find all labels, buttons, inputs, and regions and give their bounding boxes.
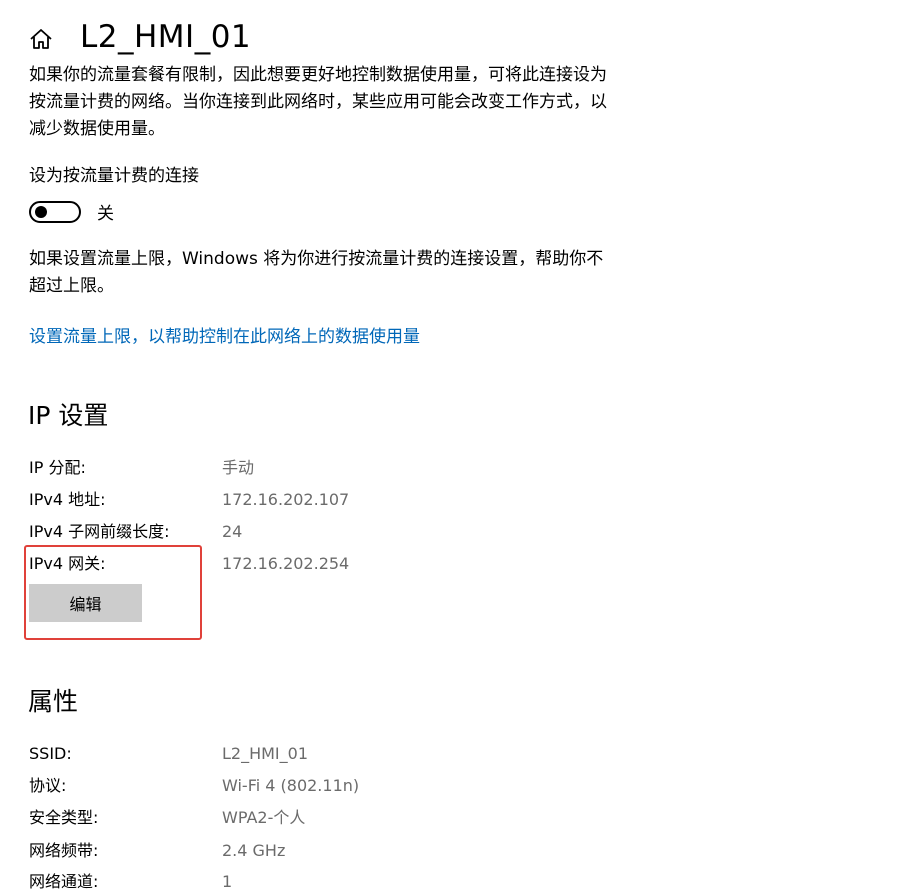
ipv4-prefix-length-value: 24 — [222, 522, 243, 541]
ipv4-gateway-value: 172.16.202.254 — [222, 554, 350, 573]
ipv4-gateway-row: IPv4 网关: 172.16.202.254 — [29, 551, 629, 577]
security-type-value: WPA2-个人 — [222, 808, 306, 827]
security-type-row: 安全类型: WPA2-个人 — [29, 805, 629, 831]
toggle-state-label: 关 — [97, 204, 114, 224]
network-band-row: 网络频带: 2.4 GHz — [29, 838, 629, 864]
ipv4-address-row: IPv4 地址: 172.16.202.107 — [29, 487, 629, 513]
metered-description: 如果你的流量套餐有限制，因此想要更好地控制数据使用量，可将此连接设为按流量计费的… — [29, 65, 607, 139]
ipv4-prefix-length-row: IPv4 子网前缀长度: 24 — [29, 519, 629, 545]
ssid-row: SSID: L2_HMI_01 — [29, 741, 629, 767]
metered-connection-label: 设为按流量计费的连接 — [29, 166, 199, 186]
ip-settings-heading: IP 设置 — [28, 401, 109, 430]
ipv4-address-label: IPv4 地址: — [29, 490, 106, 509]
metered-connection-toggle[interactable] — [29, 200, 81, 223]
protocol-label: 协议: — [29, 776, 67, 795]
network-channel-row: 网络通道: 1 — [29, 869, 629, 891]
page-header: L2_HMI_01 — [28, 14, 251, 60]
ssid-label: SSID: — [29, 744, 72, 763]
ipv4-gateway-label: IPv4 网关: — [29, 554, 106, 573]
data-limit-description: 如果设置流量上限，Windows 将为你进行按流量计费的连接设置，帮助你不超过上… — [29, 249, 604, 296]
network-channel-label: 网络通道: — [29, 872, 99, 891]
page-title: L2_HMI_01 — [80, 19, 252, 55]
network-band-label: 网络频带: — [29, 841, 99, 860]
set-data-limit-link[interactable]: 设置流量上限，以帮助控制在此网络上的数据使用量 — [29, 324, 420, 350]
ip-assignment-label: IP 分配: — [29, 458, 86, 477]
ipv4-prefix-length-label: IPv4 子网前缀长度: — [29, 522, 170, 541]
metered-toggle-group: 关 — [29, 199, 114, 224]
network-channel-value: 1 — [222, 872, 233, 891]
toggle-knob — [35, 205, 47, 218]
protocol-row: 协议: Wi-Fi 4 (802.11n) — [29, 773, 629, 799]
properties-heading: 属性 — [28, 687, 79, 716]
ipv4-address-value: 172.16.202.107 — [222, 490, 350, 509]
home-icon[interactable] — [28, 26, 54, 52]
security-type-label: 安全类型: — [29, 808, 99, 827]
edit-ip-settings-button[interactable]: 编辑 — [29, 584, 142, 622]
ssid-value: L2_HMI_01 — [222, 744, 309, 763]
ip-assignment-row: IP 分配: 手动 — [29, 455, 629, 481]
protocol-value: Wi-Fi 4 (802.11n) — [222, 776, 360, 795]
ip-assignment-value: 手动 — [222, 458, 255, 477]
network-properties-page: L2_HMI_01 如果你的流量套餐有限制，因此想要更好地控制数据使用量，可将此… — [0, 0, 914, 891]
network-band-value: 2.4 GHz — [222, 841, 286, 860]
